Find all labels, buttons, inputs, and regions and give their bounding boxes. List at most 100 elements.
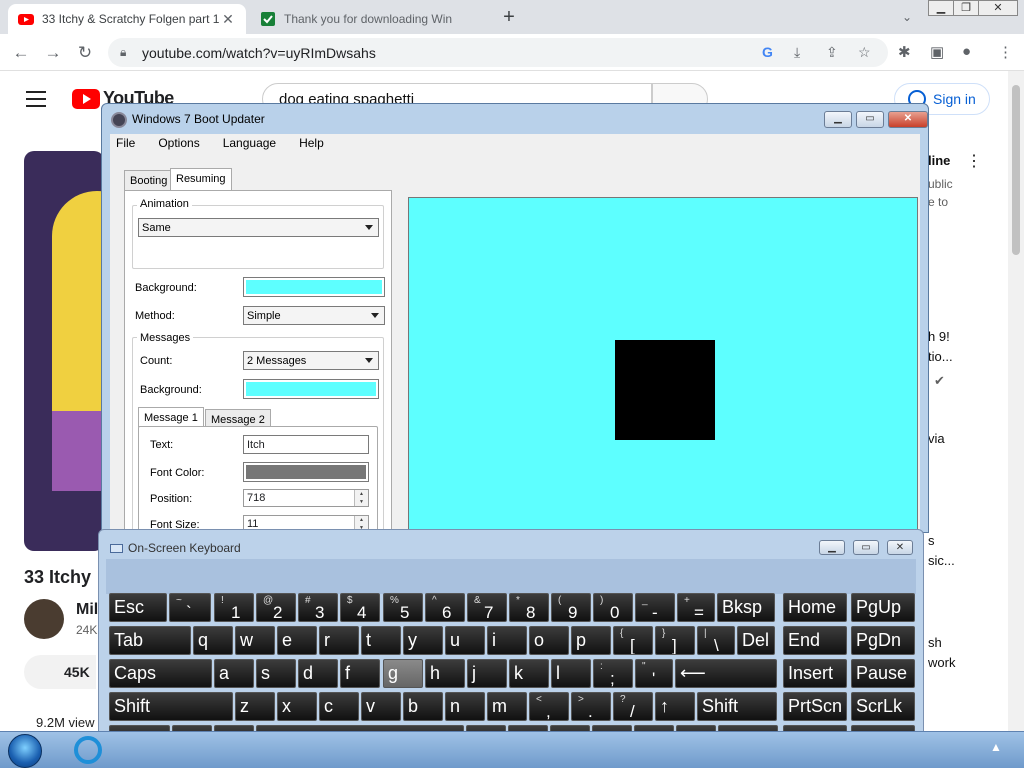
key-s[interactable]: s bbox=[256, 659, 296, 688]
method-select[interactable]: Simple bbox=[243, 306, 385, 325]
key-t[interactable]: t bbox=[361, 626, 401, 655]
key-l[interactable]: l bbox=[551, 659, 591, 688]
back-icon[interactable]: ← bbox=[10, 42, 32, 64]
key-b[interactable]: b bbox=[403, 692, 443, 721]
key-home[interactable]: Home bbox=[783, 593, 847, 622]
minimize-button[interactable]: ▁ bbox=[824, 111, 852, 128]
key-tab[interactable]: Tab bbox=[109, 626, 191, 655]
font-color-button[interactable] bbox=[243, 462, 369, 482]
key-5[interactable]: % 5 bbox=[383, 593, 423, 622]
key-q[interactable]: q bbox=[193, 626, 233, 655]
key-symbol[interactable]: ? / bbox=[613, 692, 653, 721]
extensions-icon[interactable]: ✱ bbox=[898, 43, 911, 61]
reload-icon[interactable]: ↻ bbox=[74, 42, 96, 64]
tab-message-1[interactable]: Message 1 bbox=[138, 407, 204, 427]
key-6[interactable]: ^ 6 bbox=[425, 593, 465, 622]
browser-tab-download[interactable]: Thank you for downloading Win bbox=[250, 4, 490, 34]
key-symbol[interactable]: ⟵ bbox=[675, 659, 777, 688]
youtube-logo-icon[interactable] bbox=[72, 89, 100, 109]
key-x[interactable]: x bbox=[277, 692, 317, 721]
animation-select[interactable]: Same bbox=[138, 218, 379, 237]
minimize-button[interactable]: ▁ bbox=[819, 540, 845, 555]
key-9[interactable]: (9 bbox=[551, 593, 591, 622]
like-button[interactable]: 45K bbox=[24, 655, 96, 689]
key-g[interactable]: g bbox=[383, 659, 423, 688]
menu-dots-icon[interactable]: ⋮ bbox=[998, 43, 1013, 61]
position-spinner[interactable]: 718 ▲ ▼ bbox=[243, 489, 369, 507]
more-dots-icon[interactable]: ⋮ bbox=[966, 151, 982, 171]
key-f[interactable]: f bbox=[340, 659, 380, 688]
browser-tab-youtube[interactable]: 33 Itchy & Scratchy Folgen part 1 ✕ bbox=[8, 4, 246, 34]
key-z[interactable]: z bbox=[235, 692, 275, 721]
install-icon[interactable]: ⤓ bbox=[794, 44, 800, 61]
tab-booting[interactable]: Booting bbox=[124, 170, 174, 190]
key-bksp[interactable]: Bksp bbox=[717, 593, 775, 622]
message-text-input[interactable]: Itch bbox=[243, 435, 369, 454]
menu-options[interactable]: Options bbox=[152, 134, 206, 154]
key-m[interactable]: m bbox=[487, 692, 527, 721]
key-symbol[interactable]: ↑ bbox=[655, 692, 695, 721]
key-8[interactable]: * 8 bbox=[509, 593, 549, 622]
key-j[interactable]: j bbox=[467, 659, 507, 688]
start-button-icon[interactable] bbox=[8, 734, 42, 768]
key-shift[interactable]: Shift bbox=[697, 692, 777, 721]
key-symbol[interactable]: ~ ` bbox=[169, 593, 211, 622]
key-d[interactable]: d bbox=[298, 659, 338, 688]
key-insert[interactable]: Insert bbox=[783, 659, 847, 688]
key-symbol[interactable]: " ' bbox=[635, 659, 673, 688]
key-4[interactable]: $4 bbox=[340, 593, 380, 622]
new-tab-button[interactable]: + bbox=[498, 6, 520, 28]
page-scrollbar[interactable] bbox=[1008, 71, 1024, 731]
key-symbol[interactable]: :; bbox=[593, 659, 633, 688]
google-lens-icon[interactable]: G bbox=[762, 44, 773, 60]
key-y[interactable]: y bbox=[403, 626, 443, 655]
hamburger-menu-icon[interactable] bbox=[26, 91, 46, 107]
key-1[interactable]: ! 1 bbox=[214, 593, 254, 622]
video-player[interactable] bbox=[24, 151, 104, 551]
tab-search-icon[interactable]: ⌄ bbox=[896, 6, 918, 28]
key-esc[interactable]: Esc bbox=[109, 593, 167, 622]
key-shift[interactable]: Shift bbox=[109, 692, 233, 721]
key-symbol[interactable]: {[ bbox=[613, 626, 653, 655]
forward-icon[interactable]: → bbox=[42, 42, 64, 64]
tab-message-2[interactable]: Message 2 bbox=[205, 409, 271, 427]
close-tab-icon[interactable]: ✕ bbox=[220, 11, 236, 28]
key-pgup[interactable]: PgUp bbox=[851, 593, 915, 622]
menu-language[interactable]: Language bbox=[217, 134, 283, 154]
background-color-button[interactable] bbox=[243, 277, 385, 297]
key-symbol[interactable]: | \ bbox=[697, 626, 735, 655]
menu-help[interactable]: Help bbox=[293, 134, 331, 154]
maximize-button[interactable]: ▭ bbox=[856, 111, 884, 128]
show-hidden-icons-icon[interactable]: ▲ bbox=[990, 740, 1002, 754]
key-symbol[interactable]: + = bbox=[677, 593, 715, 622]
close-button[interactable]: ✕ bbox=[978, 0, 1018, 16]
messages-background-color-button[interactable] bbox=[243, 379, 379, 399]
key-symbol[interactable]: }] bbox=[655, 626, 695, 655]
profile-icon[interactable]: ● bbox=[962, 43, 971, 60]
key-i[interactable]: i bbox=[487, 626, 527, 655]
side-panel-icon[interactable]: ▣ bbox=[930, 43, 944, 61]
key-pause[interactable]: Pause bbox=[851, 659, 915, 688]
key-pgdn[interactable]: PgDn bbox=[851, 626, 915, 655]
osk-titlebar[interactable]: On-Screen Keyboard ▁ ▭ ✕ bbox=[99, 530, 923, 560]
key-r[interactable]: r bbox=[319, 626, 359, 655]
count-select[interactable]: 2 Messages bbox=[243, 351, 379, 370]
key-e[interactable]: e bbox=[277, 626, 317, 655]
key-symbol[interactable]: _ - bbox=[635, 593, 675, 622]
menu-file[interactable]: File bbox=[110, 134, 142, 154]
key-symbol[interactable]: >. bbox=[571, 692, 611, 721]
key-scrlk[interactable]: ScrLk bbox=[851, 692, 915, 721]
maximize-button[interactable]: ❐ bbox=[953, 0, 979, 16]
key-c[interactable]: c bbox=[319, 692, 359, 721]
scrollbar-thumb[interactable] bbox=[1012, 85, 1020, 255]
key-2[interactable]: @2 bbox=[256, 593, 296, 622]
channel-avatar[interactable] bbox=[24, 599, 64, 639]
key-prtscn[interactable]: PrtScn bbox=[783, 692, 847, 721]
close-button[interactable]: ✕ bbox=[887, 540, 913, 555]
internet-explorer-icon[interactable] bbox=[74, 736, 102, 764]
key-3[interactable]: #3 bbox=[298, 593, 338, 622]
share-icon[interactable]: ⇪ bbox=[826, 44, 838, 61]
key-del[interactable]: Del bbox=[737, 626, 775, 655]
key-p[interactable]: p bbox=[571, 626, 611, 655]
key-symbol[interactable]: <, bbox=[529, 692, 569, 721]
